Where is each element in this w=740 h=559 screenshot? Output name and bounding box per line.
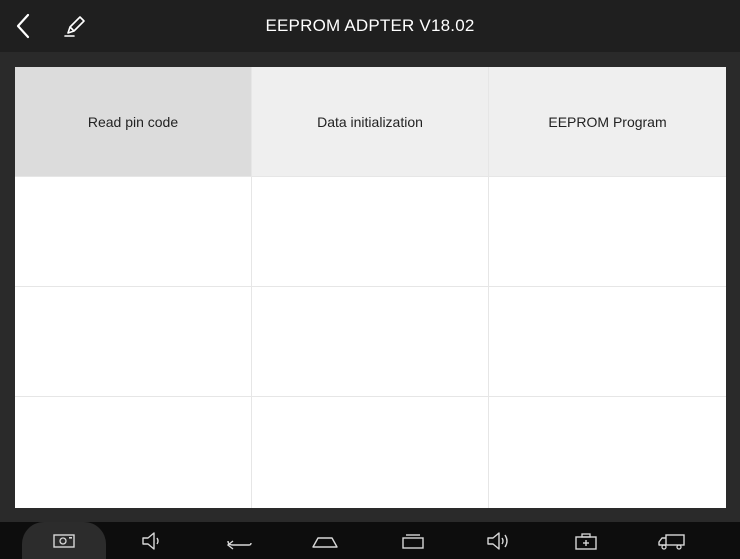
- recent-apps-icon[interactable]: [391, 522, 435, 559]
- empty-cell: [15, 397, 252, 508]
- back-icon[interactable]: [217, 522, 261, 559]
- function-label: Data initialization: [317, 113, 423, 130]
- empty-cell: [252, 287, 489, 397]
- function-read-pin-code[interactable]: Read pin code: [15, 67, 252, 177]
- empty-cell: [252, 177, 489, 287]
- empty-cell: [15, 177, 252, 287]
- diagnostic-kit-icon[interactable]: [564, 522, 608, 559]
- system-navigation-bar: [0, 522, 740, 559]
- function-eeprom-program[interactable]: EEPROM Program: [489, 67, 726, 177]
- empty-cell: [252, 397, 489, 508]
- volume-down-icon[interactable]: [130, 522, 174, 559]
- volume-up-icon[interactable]: [476, 522, 520, 559]
- top-bar: EEPROM ADPTER V18.02: [0, 0, 740, 52]
- function-data-initialization[interactable]: Data initialization: [252, 67, 489, 177]
- function-label: EEPROM Program: [548, 113, 667, 130]
- empty-cell: [489, 397, 726, 508]
- truck-icon[interactable]: [650, 522, 694, 559]
- function-label: Read pin code: [87, 113, 179, 130]
- empty-cell: [489, 177, 726, 287]
- empty-cell: [15, 287, 252, 397]
- function-grid: Read pin code Data initialization EEPROM…: [15, 67, 726, 508]
- home-icon[interactable]: [303, 522, 347, 559]
- empty-cell: [489, 287, 726, 397]
- page-title: EEPROM ADPTER V18.02: [265, 16, 475, 35]
- screenshot-icon[interactable]: [22, 522, 106, 559]
